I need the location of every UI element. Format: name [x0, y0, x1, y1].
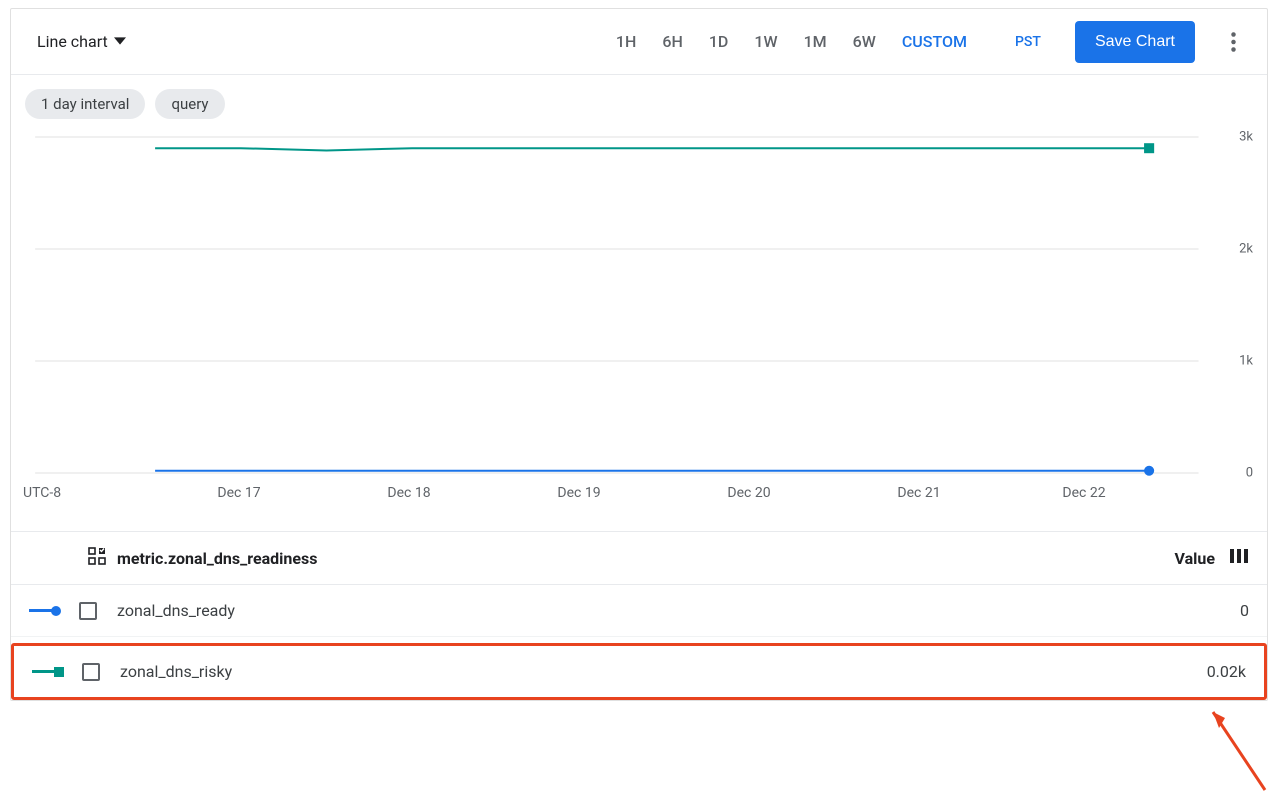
- series-name: zonal_dns_ready: [117, 601, 235, 620]
- series-marker-icon: [32, 666, 62, 678]
- y-axis-tick: 1k: [1239, 354, 1253, 369]
- view-mode-select[interactable]: Line chart: [27, 26, 136, 57]
- timezone-select[interactable]: PST: [1001, 26, 1055, 58]
- range-custom[interactable]: CUSTOM: [890, 24, 979, 59]
- series-marker-icon: [29, 605, 59, 617]
- chip[interactable]: 1 day interval: [25, 89, 145, 119]
- x-axis-tick: Dec 20: [727, 485, 770, 501]
- y-axis-tick: 2k: [1239, 242, 1253, 257]
- x-axis-tick: Dec 17: [217, 485, 260, 501]
- series-checkbox[interactable]: [79, 602, 97, 620]
- more-menu-button[interactable]: [1215, 24, 1251, 60]
- save-chart-button[interactable]: Save Chart: [1075, 21, 1195, 63]
- legend-header: metric.zonal_dns_readiness Value: [11, 531, 1267, 585]
- x-axis-tick: Dec 21: [897, 485, 940, 501]
- range-6w[interactable]: 6W: [841, 24, 888, 59]
- range-1h[interactable]: 1H: [604, 24, 648, 59]
- x-axis-tick: Dec 22: [1062, 485, 1105, 501]
- legend-row[interactable]: zonal_dns_risky 0.02k: [11, 643, 1267, 700]
- annotation-arrow-icon: [1205, 700, 1275, 800]
- chart-toolbar: Line chart 1H6H1D1W1M6WCUSTOM PST Save C…: [11, 9, 1267, 75]
- more-vert-icon: [1231, 32, 1236, 52]
- caret-down-icon: [114, 32, 126, 51]
- time-range-group: 1H6H1D1W1M6WCUSTOM: [604, 24, 979, 59]
- chart-plot[interactable]: 0 1k 2k 3k UTC-8 Dec 17 Dec 18 Dec 19 Dec 20 Dec …: [19, 133, 1259, 513]
- chart-canvas: [19, 133, 1259, 513]
- series-value: 0: [1240, 601, 1249, 620]
- chip[interactable]: query: [155, 89, 224, 119]
- y-axis-tick: 0: [1246, 466, 1253, 481]
- y-axis-tick: 3k: [1239, 130, 1253, 145]
- value-column-header: Value: [1175, 549, 1216, 568]
- series-value: 0.02k: [1207, 662, 1246, 681]
- view-mode-label: Line chart: [37, 32, 108, 51]
- metric-name-header: metric.zonal_dns_readiness: [117, 549, 317, 568]
- series-name: zonal_dns_risky: [120, 662, 232, 681]
- range-1m[interactable]: 1M: [792, 24, 839, 59]
- columns-icon[interactable]: [1229, 548, 1249, 568]
- range-1w[interactable]: 1W: [742, 24, 789, 59]
- x-axis-timezone-label: UTC-8: [23, 485, 61, 501]
- legend-row[interactable]: zonal_dns_ready 0: [11, 585, 1267, 637]
- x-axis-tick: Dec 19: [557, 485, 600, 501]
- series-checkbox[interactable]: [82, 663, 100, 681]
- query-chips: 1 day interval query: [11, 75, 1267, 127]
- range-1d[interactable]: 1D: [697, 24, 741, 59]
- group-by-icon: [87, 546, 107, 570]
- x-axis-tick: Dec 18: [387, 485, 430, 501]
- range-6h[interactable]: 6H: [650, 24, 694, 59]
